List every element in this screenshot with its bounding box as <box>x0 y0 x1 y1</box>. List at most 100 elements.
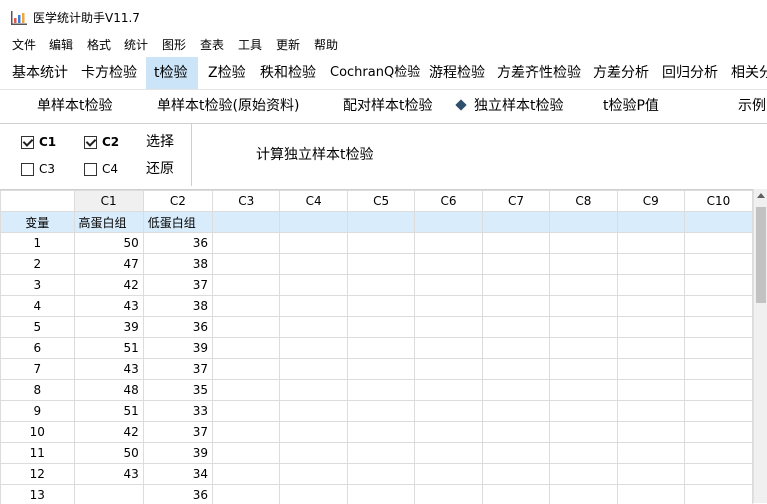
data-cell[interactable] <box>280 443 347 464</box>
data-cell[interactable] <box>685 275 753 296</box>
data-cell[interactable] <box>617 464 684 485</box>
data-cell[interactable] <box>280 275 347 296</box>
data-cell[interactable]: 35 <box>143 380 212 401</box>
tab-cochran-q[interactable]: CochranQ检验 <box>324 57 426 89</box>
data-cell[interactable]: 37 <box>143 359 212 380</box>
data-cell[interactable] <box>685 443 753 464</box>
data-cell[interactable] <box>617 317 684 338</box>
menu-graph[interactable]: 图形 <box>162 37 186 53</box>
data-cell[interactable] <box>347 380 414 401</box>
data-cell[interactable] <box>617 233 684 254</box>
data-cell[interactable] <box>347 338 414 359</box>
menu-help[interactable]: 帮助 <box>314 37 338 53</box>
data-cell[interactable] <box>482 443 549 464</box>
subtab-independent[interactable]: 独立样本t检验 <box>457 90 564 123</box>
menu-stats[interactable]: 统计 <box>124 37 148 53</box>
column-header-c6[interactable]: C6 <box>415 191 482 212</box>
tab-chi-square[interactable]: 卡方检验 <box>75 57 143 89</box>
tab-runs-test[interactable]: 游程检验 <box>423 57 491 89</box>
data-cell[interactable] <box>685 233 753 254</box>
data-cell[interactable]: 43 <box>74 359 143 380</box>
data-cell[interactable] <box>550 233 617 254</box>
data-cell[interactable] <box>617 485 684 504</box>
data-cell[interactable]: 36 <box>143 317 212 338</box>
data-cell[interactable]: 38 <box>143 254 212 275</box>
data-cell[interactable]: 43 <box>74 464 143 485</box>
data-cell[interactable]: 37 <box>143 275 212 296</box>
data-cell[interactable] <box>550 359 617 380</box>
row-header[interactable]: 11 <box>1 443 75 464</box>
data-cell[interactable] <box>415 275 482 296</box>
column-header-c3[interactable]: C3 <box>213 191 280 212</box>
row-header[interactable]: 9 <box>1 401 75 422</box>
data-cell[interactable] <box>482 401 549 422</box>
data-cell[interactable]: 43 <box>74 296 143 317</box>
data-cell[interactable] <box>617 275 684 296</box>
data-cell[interactable] <box>685 254 753 275</box>
data-cell[interactable] <box>550 422 617 443</box>
data-cell[interactable] <box>482 338 549 359</box>
data-cell[interactable] <box>415 359 482 380</box>
data-cell[interactable]: 47 <box>74 254 143 275</box>
checkbox-c1[interactable]: C1 <box>21 135 56 149</box>
data-cell[interactable] <box>482 233 549 254</box>
checkbox-c3[interactable]: C3 <box>21 162 55 176</box>
subtab-t-pvalue[interactable]: t检验P值 <box>603 90 659 123</box>
data-cell[interactable] <box>280 296 347 317</box>
data-cell[interactable] <box>550 296 617 317</box>
data-cell[interactable] <box>347 233 414 254</box>
calculate-independent-t-test-button[interactable]: 计算独立样本t检验 <box>256 146 374 164</box>
data-cell[interactable] <box>213 317 280 338</box>
variable-name-cell[interactable]: 低蛋白组 <box>143 212 212 233</box>
data-cell[interactable]: 50 <box>74 443 143 464</box>
tab-z-test[interactable]: Z检验 <box>202 57 252 89</box>
data-cell[interactable]: 36 <box>143 233 212 254</box>
data-cell[interactable] <box>415 296 482 317</box>
column-header-c4[interactable]: C4 <box>280 191 347 212</box>
subtab-example[interactable]: 示例 <box>738 90 766 123</box>
data-cell[interactable] <box>685 422 753 443</box>
data-cell[interactable] <box>280 317 347 338</box>
data-cell[interactable] <box>482 380 549 401</box>
data-cell[interactable] <box>415 317 482 338</box>
row-header[interactable]: 3 <box>1 275 75 296</box>
data-cell[interactable]: 39 <box>143 443 212 464</box>
menu-table[interactable]: 查表 <box>200 37 224 53</box>
data-cell[interactable] <box>685 485 753 504</box>
column-header-c8[interactable]: C8 <box>550 191 617 212</box>
data-cell[interactable] <box>685 296 753 317</box>
data-cell[interactable] <box>415 254 482 275</box>
column-header-c9[interactable]: C9 <box>617 191 684 212</box>
row-header[interactable]: 6 <box>1 338 75 359</box>
row-header[interactable]: 12 <box>1 464 75 485</box>
data-cell[interactable] <box>213 422 280 443</box>
data-cell[interactable] <box>347 422 414 443</box>
data-cell[interactable]: 33 <box>143 401 212 422</box>
data-cell[interactable] <box>280 338 347 359</box>
tab-anova[interactable]: 方差分析 <box>587 57 655 89</box>
tab-basic-stats[interactable]: 基本统计 <box>6 57 74 89</box>
data-cell[interactable] <box>685 317 753 338</box>
data-cell[interactable] <box>617 254 684 275</box>
data-cell[interactable] <box>415 443 482 464</box>
data-cell[interactable] <box>617 401 684 422</box>
data-cell[interactable] <box>482 359 549 380</box>
tab-t-test[interactable]: t检验 <box>146 57 198 89</box>
data-cell[interactable] <box>482 485 549 504</box>
data-cell[interactable] <box>550 380 617 401</box>
data-cell[interactable] <box>347 485 414 504</box>
row-header[interactable]: 1 <box>1 233 75 254</box>
checkbox-c4[interactable]: C4 <box>84 162 118 176</box>
data-cell[interactable] <box>347 296 414 317</box>
data-cell[interactable] <box>213 464 280 485</box>
data-cell[interactable] <box>685 338 753 359</box>
data-cell[interactable] <box>685 401 753 422</box>
data-cell[interactable] <box>550 464 617 485</box>
variable-name-cell[interactable] <box>415 212 482 233</box>
subtab-one-sample-raw[interactable]: 单样本t检验(原始资料) <box>157 90 299 123</box>
data-cell[interactable] <box>280 464 347 485</box>
data-cell[interactable] <box>347 464 414 485</box>
data-cell[interactable] <box>550 254 617 275</box>
data-cell[interactable] <box>347 443 414 464</box>
data-cell[interactable] <box>280 380 347 401</box>
